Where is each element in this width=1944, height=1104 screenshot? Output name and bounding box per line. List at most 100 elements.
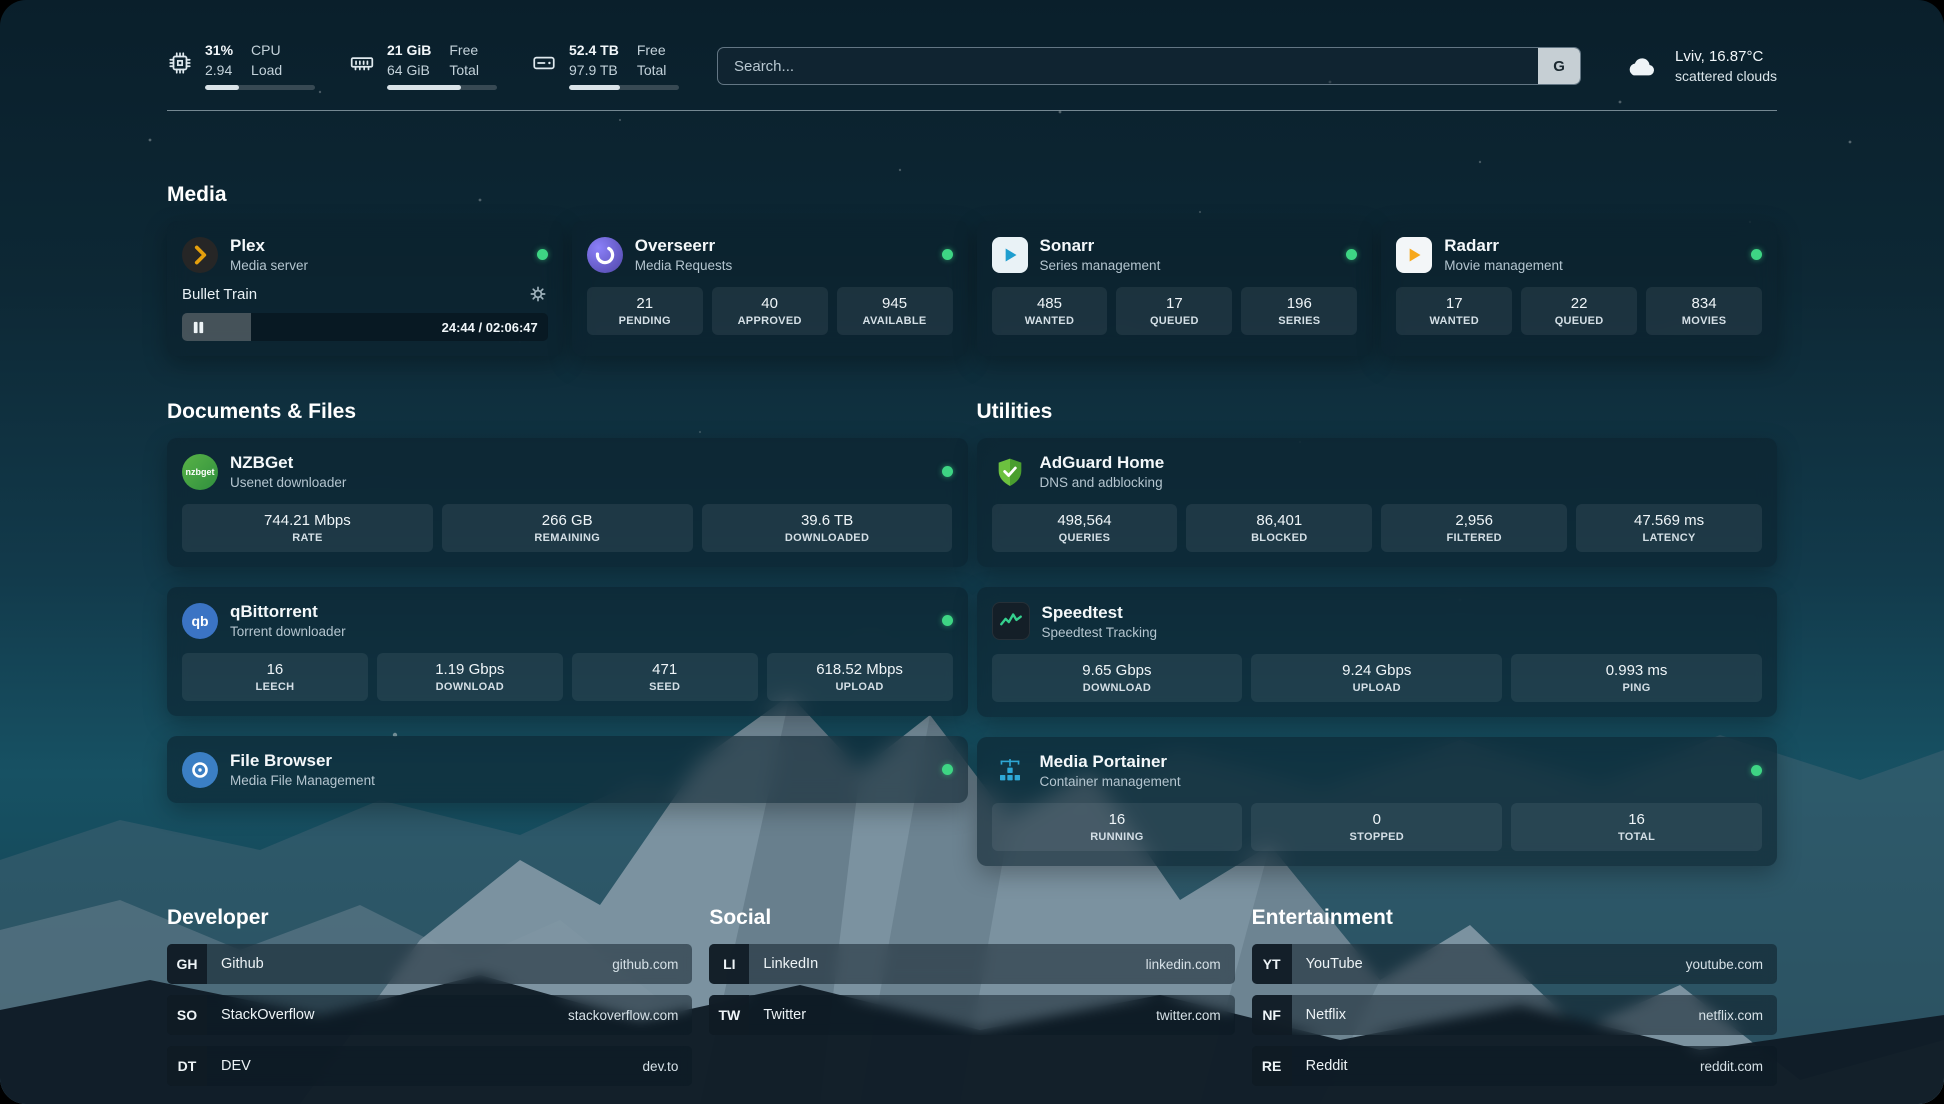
bookmark-linkedin[interactable]: LI LinkedIn linkedin.com [709, 944, 1234, 984]
stat-label: QUEUED [1555, 315, 1604, 327]
stat-blocked: 86,401 BLOCKED [1186, 504, 1372, 552]
status-dot [1751, 249, 1762, 260]
app-desc: DNS and adblocking [1040, 475, 1763, 490]
stat-stopped: 0 STOPPED [1251, 803, 1502, 851]
stat-value: 16 [1109, 811, 1126, 828]
stat-download: 9.65 Gbps DOWNLOAD [992, 654, 1243, 702]
bookmark-dev[interactable]: DT DEV dev.to [167, 1046, 692, 1086]
stat-value: 834 [1692, 295, 1717, 312]
overseerr-card[interactable]: Overseerr Media Requests 21 PENDING 40 A… [572, 221, 968, 356]
stat-available: 945 AVAILABLE [837, 287, 953, 335]
ram-metric: 21 GiB 64 GiB Free Total [349, 42, 497, 90]
status-dot [942, 764, 953, 775]
portainer-icon [992, 753, 1028, 789]
search-bar: G [717, 47, 1581, 85]
stat-queries: 498,564 QUERIES [992, 504, 1178, 552]
qbittorrent-icon: qb [182, 603, 218, 639]
stat-value: 485 [1037, 295, 1062, 312]
bookmark-stackoverflow[interactable]: SO StackOverflow stackoverflow.com [167, 995, 692, 1035]
disk-icon [531, 50, 557, 76]
bookmark-name: DEV [221, 1058, 643, 1074]
filebrowser-icon [182, 752, 218, 788]
stat-wanted: 485 WANTED [992, 287, 1108, 335]
plex-icon [182, 237, 218, 273]
stat-series: 196 SERIES [1241, 287, 1357, 335]
stat-upload: 618.52 Mbps UPLOAD [767, 653, 953, 701]
stat-ping: 0.993 ms PING [1511, 654, 1762, 702]
disk-progress-bar [569, 85, 679, 90]
stat-upload: 9.24 Gbps UPLOAD [1251, 654, 1502, 702]
stat-label: FILTERED [1447, 532, 1502, 544]
stat-value: 17 [1166, 295, 1183, 312]
stat-label: RATE [292, 532, 322, 544]
stat-value: 618.52 Mbps [816, 661, 903, 678]
stat-label: UPLOAD [1353, 682, 1401, 694]
stat-label: WANTED [1025, 315, 1074, 327]
bookmark-group-social: Social LI LinkedIn linkedin.com TW Twitt… [709, 906, 1234, 1035]
weather-condition: scattered clouds [1675, 68, 1777, 84]
stat-queued: 17 QUEUED [1116, 287, 1232, 335]
pause-icon[interactable] [191, 320, 206, 335]
stat-label: DOWNLOAD [436, 681, 504, 693]
bookmark-github[interactable]: GH Github github.com [167, 944, 692, 984]
status-dot [942, 466, 953, 477]
bookmark-twitter[interactable]: TW Twitter twitter.com [709, 995, 1234, 1035]
cpu-icon [167, 50, 193, 76]
status-dot [942, 615, 953, 626]
bookmark-url: github.com [612, 957, 678, 972]
stat-value: 266 GB [542, 512, 593, 529]
bookmark-url: linkedin.com [1146, 957, 1221, 972]
stat-value: 86,401 [1256, 512, 1302, 529]
stat-rate: 744.21 Mbps RATE [182, 504, 433, 552]
nzbget-card[interactable]: nzbget NZBGet Usenet downloader 744.21 M… [167, 438, 968, 567]
bookmark-name: Twitter [763, 1007, 1156, 1023]
stackoverflow-icon: SO [167, 995, 207, 1035]
adguard-card[interactable]: AdGuard Home DNS and adblocking 498,564 … [977, 438, 1778, 567]
status-dot [942, 249, 953, 260]
filebrowser-card[interactable]: File Browser Media File Management [167, 736, 968, 803]
app-name: NZBGet [230, 453, 930, 473]
radarr-card[interactable]: Radarr Movie management 17 WANTED 22 QUE… [1381, 221, 1777, 356]
gear-icon[interactable] [528, 284, 548, 304]
topbar: 31% 2.94 CPU Load [167, 40, 1777, 92]
stat-label: LATENCY [1642, 532, 1695, 544]
netflix-icon: NF [1252, 995, 1292, 1035]
bookmark-name: StackOverflow [221, 1007, 568, 1023]
disk-label-top: Free [637, 42, 667, 60]
search-input[interactable] [717, 47, 1581, 85]
disk-total: 97.9 TB [569, 62, 619, 80]
search-engine-button[interactable]: G [1538, 48, 1580, 84]
plex-card[interactable]: Plex Media server Bullet Train [167, 221, 563, 356]
bookmark-netflix[interactable]: NF Netflix netflix.com [1252, 995, 1777, 1035]
app-name: Overseerr [635, 236, 930, 256]
stat-value: 945 [882, 295, 907, 312]
cloud-icon [1619, 50, 1663, 82]
stat-value: 47.569 ms [1634, 512, 1704, 529]
bookmark-url: youtube.com [1686, 957, 1763, 972]
app-desc: Usenet downloader [230, 475, 930, 490]
portainer-card[interactable]: Media Portainer Container management 16 … [977, 737, 1778, 866]
nzbget-icon-label: nzbget [186, 467, 215, 477]
entertainment-section-title: Entertainment [1252, 906, 1777, 930]
speedtest-card[interactable]: Speedtest Speedtest Tracking 9.65 Gbps D… [977, 587, 1778, 717]
playback-time: 24:44 / 02:06:47 [442, 320, 538, 335]
stat-value: 744.21 Mbps [264, 512, 351, 529]
github-icon: GH [167, 944, 207, 984]
stat-label: RUNNING [1090, 831, 1143, 843]
stat-downloaded: 39.6 TB DOWNLOADED [702, 504, 953, 552]
dashboard-content: 31% 2.94 CPU Load [0, 0, 1944, 1104]
app-desc: Speedtest Tracking [1042, 625, 1763, 640]
stat-value: 0.993 ms [1606, 662, 1668, 679]
app-desc: Torrent downloader [230, 624, 930, 639]
stat-value: 1.19 Gbps [435, 661, 504, 678]
ram-icon [349, 50, 375, 76]
section-documents-files: Documents & Files nzbget NZBGet Usenet d… [167, 400, 968, 803]
bookmark-reddit[interactable]: RE Reddit reddit.com [1252, 1046, 1777, 1086]
sonarr-card[interactable]: Sonarr Series management 485 WANTED 17 Q… [977, 221, 1373, 356]
bookmark-youtube[interactable]: YT YouTube youtube.com [1252, 944, 1777, 984]
qbittorrent-card[interactable]: qb qBittorrent Torrent downloader 16 LEE… [167, 587, 968, 716]
app-desc: Media server [230, 258, 525, 273]
stat-label: MOVIES [1682, 315, 1727, 327]
system-metrics: 31% 2.94 CPU Load [167, 42, 679, 90]
stat-label: REMAINING [534, 532, 600, 544]
